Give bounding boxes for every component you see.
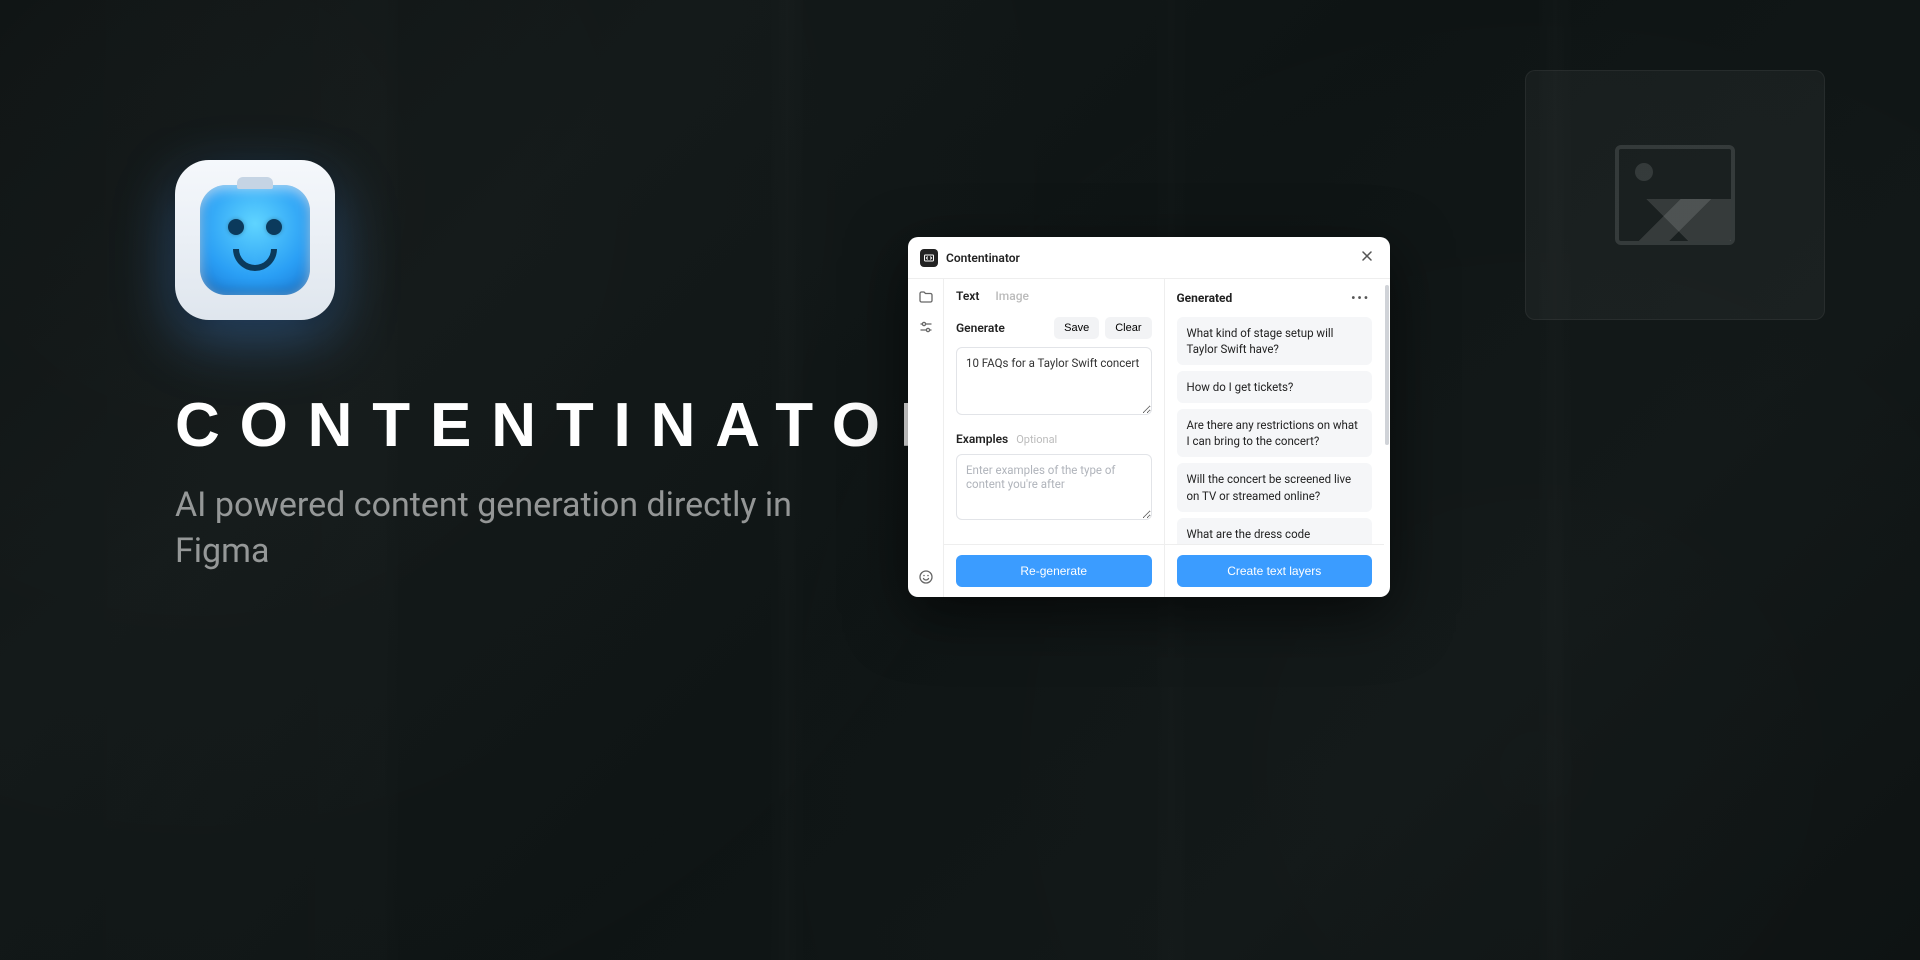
app-icon <box>175 160 335 320</box>
generated-item[interactable]: Are there any restrictions on what I can… <box>1177 409 1373 457</box>
examples-input[interactable] <box>956 454 1152 520</box>
generated-item[interactable]: What are the dress code guidelines? <box>1177 518 1373 544</box>
generated-item[interactable]: What kind of stage setup will Taylor Swi… <box>1177 317 1373 365</box>
image-placeholder-card <box>1525 70 1825 320</box>
examples-label: Examples <box>956 432 1008 446</box>
panel-title: Contentinator <box>946 251 1356 265</box>
prompt-input[interactable] <box>956 347 1152 415</box>
plugin-panel: Contentinator Text Image <box>908 237 1390 597</box>
create-text-layers-button[interactable]: Create text layers <box>1177 555 1373 587</box>
tab-image[interactable]: Image <box>995 289 1029 303</box>
more-button[interactable]: ••• <box>1349 289 1372 307</box>
folder-icon[interactable] <box>918 289 934 305</box>
generated-label: Generated <box>1177 291 1350 305</box>
panel-header: Contentinator <box>908 237 1390 279</box>
regenerate-button[interactable]: Re-generate <box>956 555 1152 587</box>
hero-title: CONTENTINATOR <box>175 390 815 461</box>
generate-label: Generate <box>956 321 1048 335</box>
generated-list: Generated ••• What kind of stage setup w… <box>1165 279 1385 544</box>
save-button[interactable]: Save <box>1054 317 1099 339</box>
plugin-badge-icon <box>920 249 938 267</box>
image-placeholder-icon <box>1615 145 1735 245</box>
tabs: Text Image <box>956 289 1152 303</box>
tab-text[interactable]: Text <box>956 289 979 303</box>
hero-subtitle: AI powered content generation directly i… <box>175 483 815 575</box>
robot-face-icon <box>200 185 310 295</box>
scrollbar[interactable] <box>1384 279 1390 597</box>
smiley-icon[interactable] <box>918 569 934 585</box>
clear-button[interactable]: Clear <box>1105 317 1151 339</box>
settings-sliders-icon[interactable] <box>918 319 934 335</box>
examples-optional: Optional <box>1016 433 1057 446</box>
generated-item[interactable]: Will the concert be screened live on TV … <box>1177 463 1373 511</box>
close-button[interactable] <box>1356 245 1378 270</box>
generated-item[interactable]: How do I get tickets? <box>1177 371 1373 403</box>
panel-sidebar <box>908 279 944 597</box>
